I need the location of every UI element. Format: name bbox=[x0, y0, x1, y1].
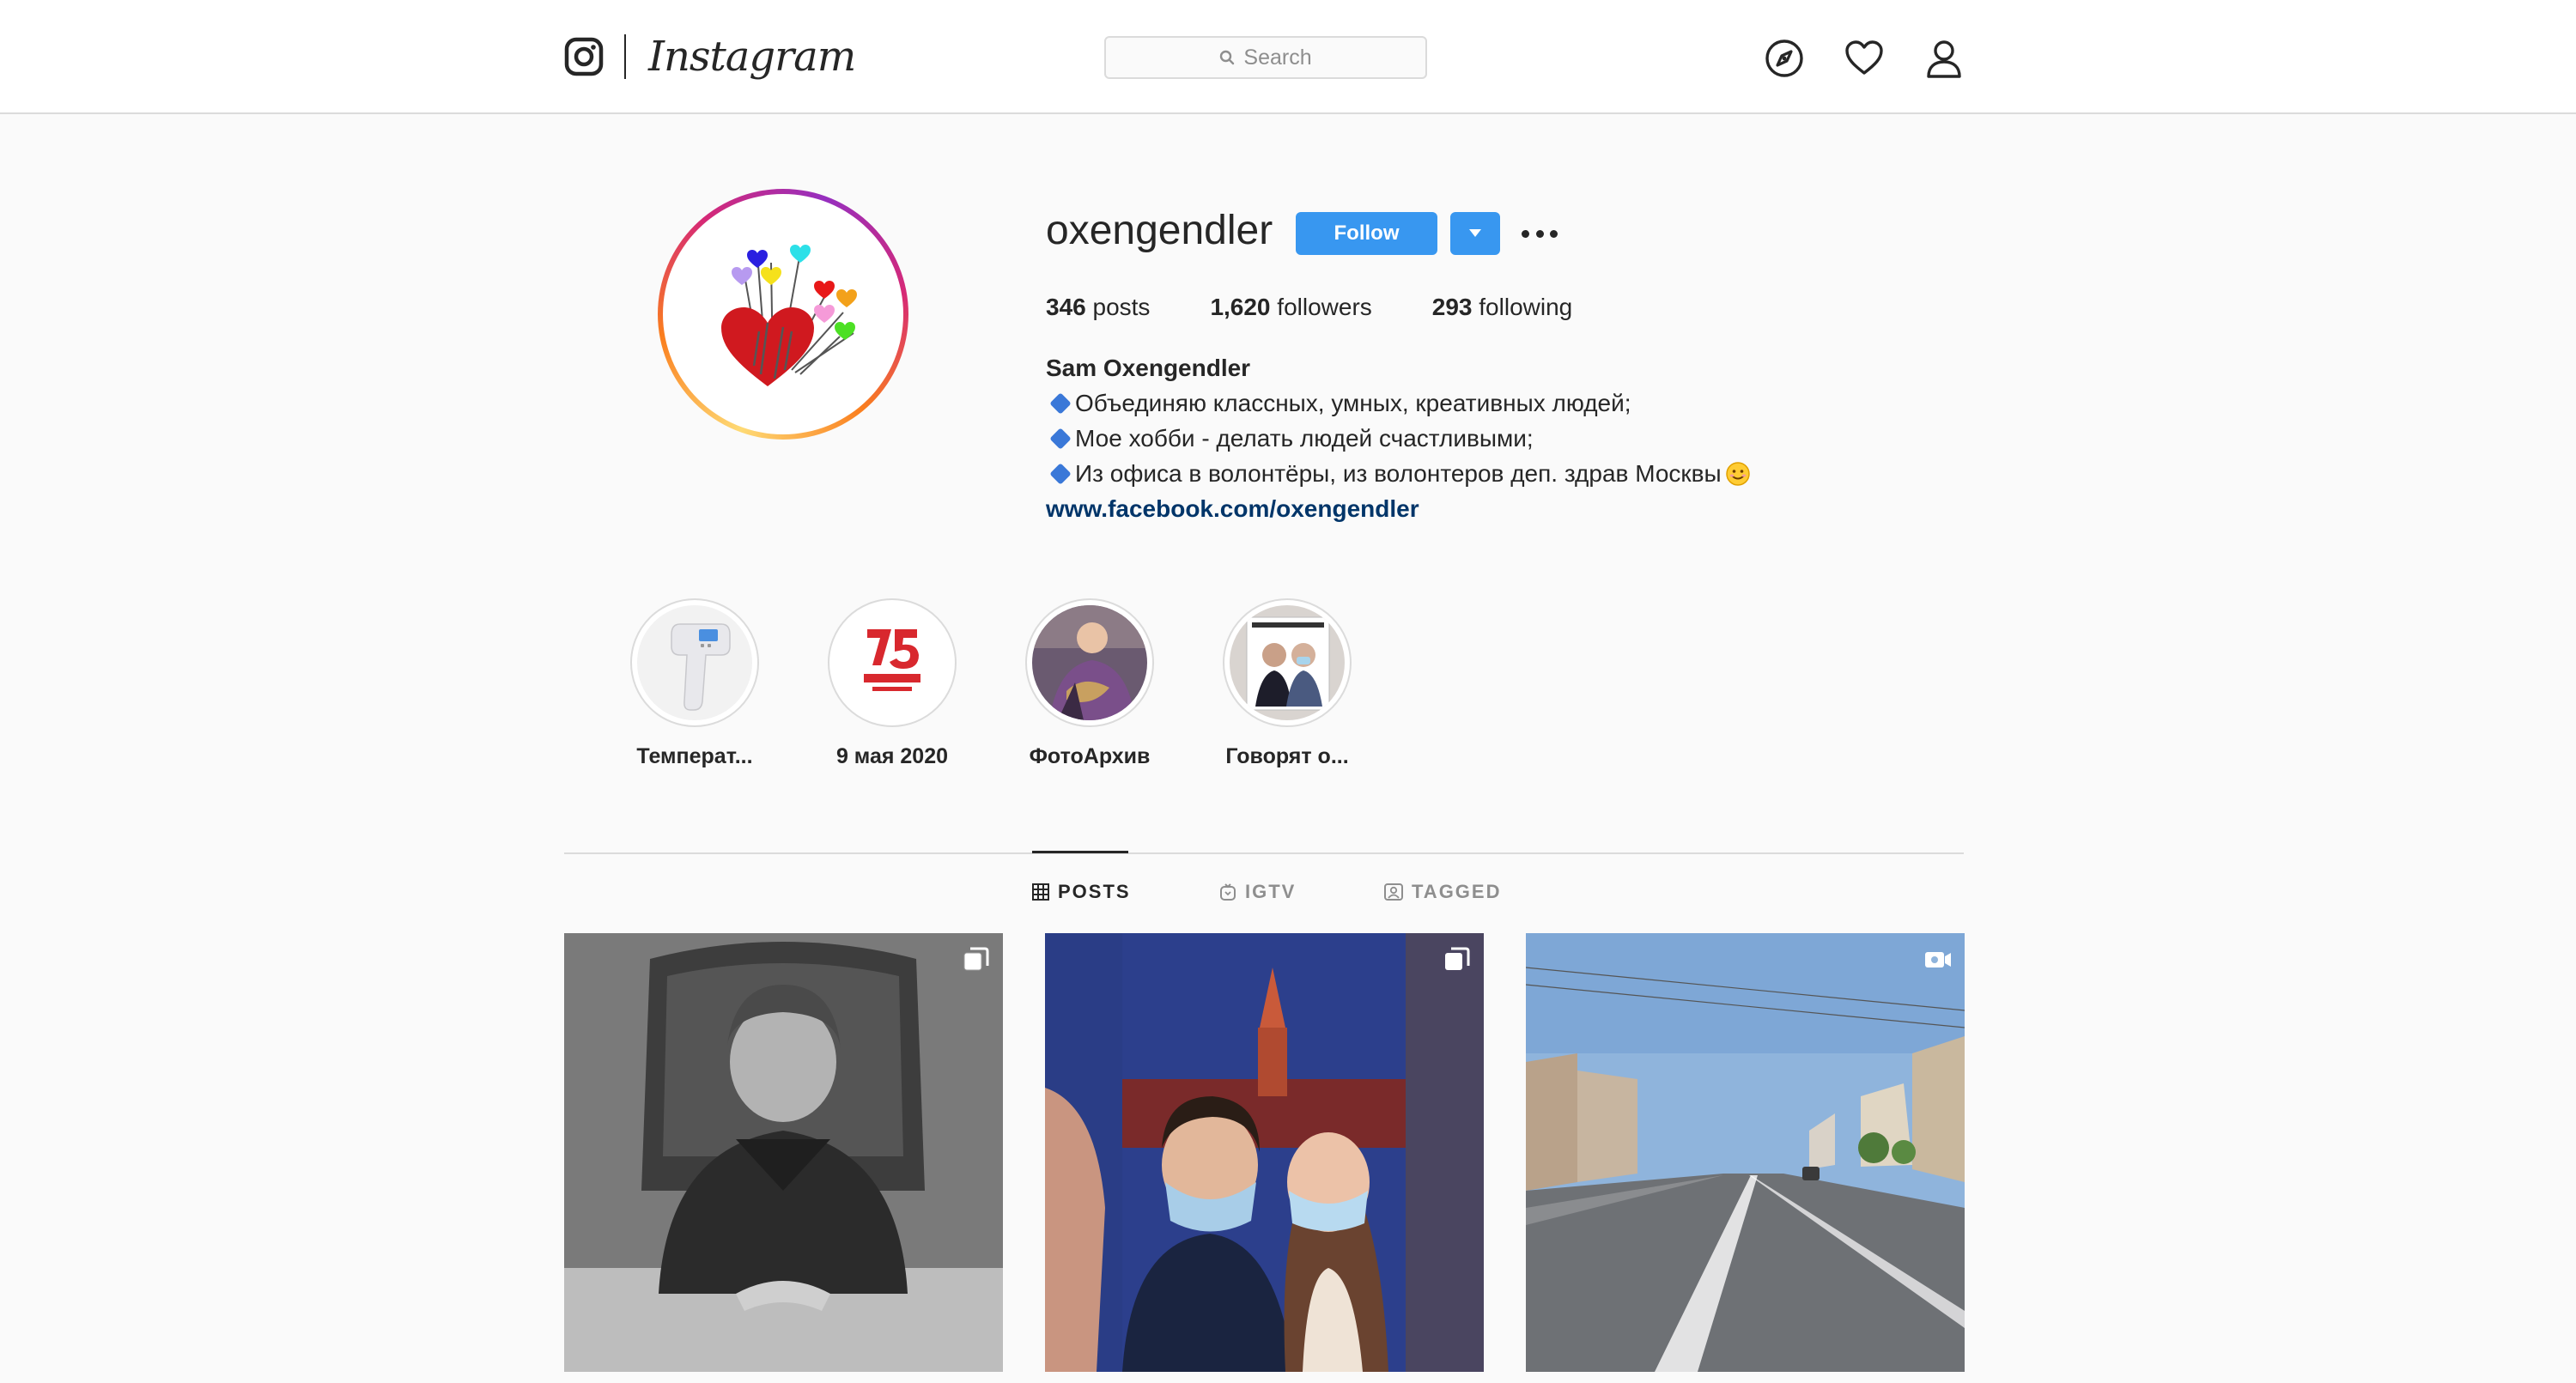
carousel-icon bbox=[1445, 947, 1470, 970]
highlight-label: ФотоАрхив bbox=[1029, 744, 1151, 768]
active-tab-indicator bbox=[1032, 851, 1128, 853]
empty-moscow-street-photo bbox=[1526, 933, 1965, 1372]
highlight-label: Температ... bbox=[636, 744, 753, 768]
tab-tagged[interactable]: TAGGED bbox=[1384, 881, 1501, 903]
following-label: following bbox=[1479, 294, 1573, 320]
profile-icon[interactable] bbox=[1924, 39, 1964, 78]
bio-line-text: Из офиса в волонтёры, из волонтеров деп.… bbox=[1075, 460, 1722, 487]
blue-diamond-icon bbox=[1049, 462, 1072, 485]
profile-full-name: Sam Oxengendler bbox=[1046, 355, 1251, 381]
highlight-label: Говорят о... bbox=[1225, 744, 1349, 768]
follow-button[interactable]: Follow bbox=[1296, 212, 1437, 255]
story-highlight[interactable]: Говорят о... bbox=[1214, 598, 1360, 769]
highlight-cover-ring bbox=[1025, 598, 1154, 727]
victory-75-emblem-image bbox=[835, 605, 950, 720]
logo-divider bbox=[624, 34, 626, 79]
highlight-cover-ring bbox=[1223, 598, 1352, 727]
profile-website-link[interactable]: www.facebook.com/oxengendler bbox=[1046, 491, 1819, 526]
dot-icon bbox=[1535, 229, 1544, 238]
photo-archive-image bbox=[1032, 605, 1147, 720]
tab-label: POSTS bbox=[1058, 881, 1131, 902]
profile-avatar[interactable] bbox=[658, 189, 908, 440]
highlight-cover-ring bbox=[828, 598, 957, 727]
highlight-cover-image bbox=[835, 605, 950, 720]
highlight-cover-image bbox=[1032, 605, 1147, 720]
blue-diamond-icon bbox=[1049, 427, 1072, 450]
couple-at-kremlin-photo bbox=[1045, 933, 1484, 1372]
profile-bio: Sam Oxengendler Объединяю классных, умны… bbox=[1046, 350, 1819, 526]
tab-igtv[interactable]: IGTV bbox=[1219, 881, 1296, 903]
story-highlight[interactable]: 9 мая 2020 bbox=[819, 598, 965, 769]
highlight-cover-image bbox=[637, 605, 752, 720]
video-icon bbox=[1925, 952, 1951, 967]
tabs-divider bbox=[564, 852, 1964, 854]
post-thumbnail[interactable] bbox=[1045, 933, 1484, 1372]
tab-posts[interactable]: POSTS bbox=[1032, 881, 1131, 903]
avatar-image bbox=[671, 203, 895, 426]
search-placeholder: Search bbox=[1243, 45, 1312, 70]
carousel-icon bbox=[963, 947, 989, 971]
profile-username: oxengendler bbox=[1046, 208, 1273, 253]
following-count: 293 bbox=[1431, 294, 1473, 320]
avatar-border bbox=[663, 194, 903, 434]
bio-line: Мое хобби - делать людей счастливыми; bbox=[1046, 421, 1819, 456]
post-thumbnail[interactable] bbox=[1526, 933, 1965, 1372]
bio-line-text: Мое хобби - делать людей счастливыми; bbox=[1075, 425, 1534, 452]
followers-stat[interactable]: 1,620 followers bbox=[1210, 290, 1371, 325]
blue-diamond-icon bbox=[1049, 391, 1072, 415]
search-input[interactable]: Search bbox=[1104, 36, 1427, 79]
search-icon bbox=[1220, 50, 1235, 65]
bio-line: Объединяю классных, умных, креативных лю… bbox=[1046, 385, 1819, 421]
instagram-wordmark[interactable]: Instagram bbox=[648, 29, 856, 84]
press-mention-image bbox=[1230, 605, 1345, 720]
highlight-cover-image bbox=[1230, 605, 1345, 720]
nav-inner: Instagram Search bbox=[564, 0, 1964, 114]
followers-label: followers bbox=[1277, 294, 1372, 320]
post-thumbnail[interactable] bbox=[564, 933, 1003, 1372]
followers-count: 1,620 bbox=[1210, 294, 1271, 320]
tab-label: TAGGED bbox=[1412, 881, 1502, 902]
dot-icon bbox=[1522, 229, 1529, 238]
story-highlight[interactable]: Температ... bbox=[622, 598, 768, 769]
more-options-button[interactable] bbox=[1522, 221, 1558, 246]
explore-icon[interactable] bbox=[1765, 39, 1804, 78]
heart-icon[interactable] bbox=[1844, 39, 1884, 78]
tagged-user-icon bbox=[1384, 883, 1403, 901]
instagram-glyph-icon[interactable] bbox=[564, 36, 604, 77]
suggested-accounts-dropdown-button[interactable] bbox=[1450, 212, 1500, 255]
tab-label: IGTV bbox=[1245, 881, 1297, 902]
highlight-cover-ring bbox=[630, 598, 759, 727]
posts-stat: 346 posts bbox=[1046, 290, 1150, 325]
highlight-label: 9 мая 2020 bbox=[835, 744, 949, 768]
story-highlight[interactable]: ФотоАрхив bbox=[1017, 598, 1163, 769]
grid-icon bbox=[1032, 883, 1049, 901]
smiling-face-icon bbox=[1725, 461, 1750, 486]
thermometer-image bbox=[637, 605, 752, 720]
dot-icon bbox=[1550, 229, 1558, 238]
igtv-icon bbox=[1220, 883, 1236, 901]
following-stat[interactable]: 293 following bbox=[1432, 290, 1572, 325]
top-navigation-bar: Instagram Search bbox=[0, 0, 2576, 114]
posts-label: posts bbox=[1092, 294, 1151, 320]
bio-line-text: Объединяю классных, умных, креативных лю… bbox=[1075, 390, 1631, 416]
profile-stats: 346 posts 1,620 followers 293 following bbox=[1046, 290, 1632, 325]
hearts-logo-image bbox=[671, 203, 895, 426]
woman-at-desk-photo bbox=[564, 933, 1003, 1372]
bio-line: Из офиса в волонтёры, из волонтеров деп.… bbox=[1046, 456, 1819, 491]
posts-count: 346 bbox=[1046, 294, 1086, 320]
caret-down-icon bbox=[1469, 229, 1481, 237]
